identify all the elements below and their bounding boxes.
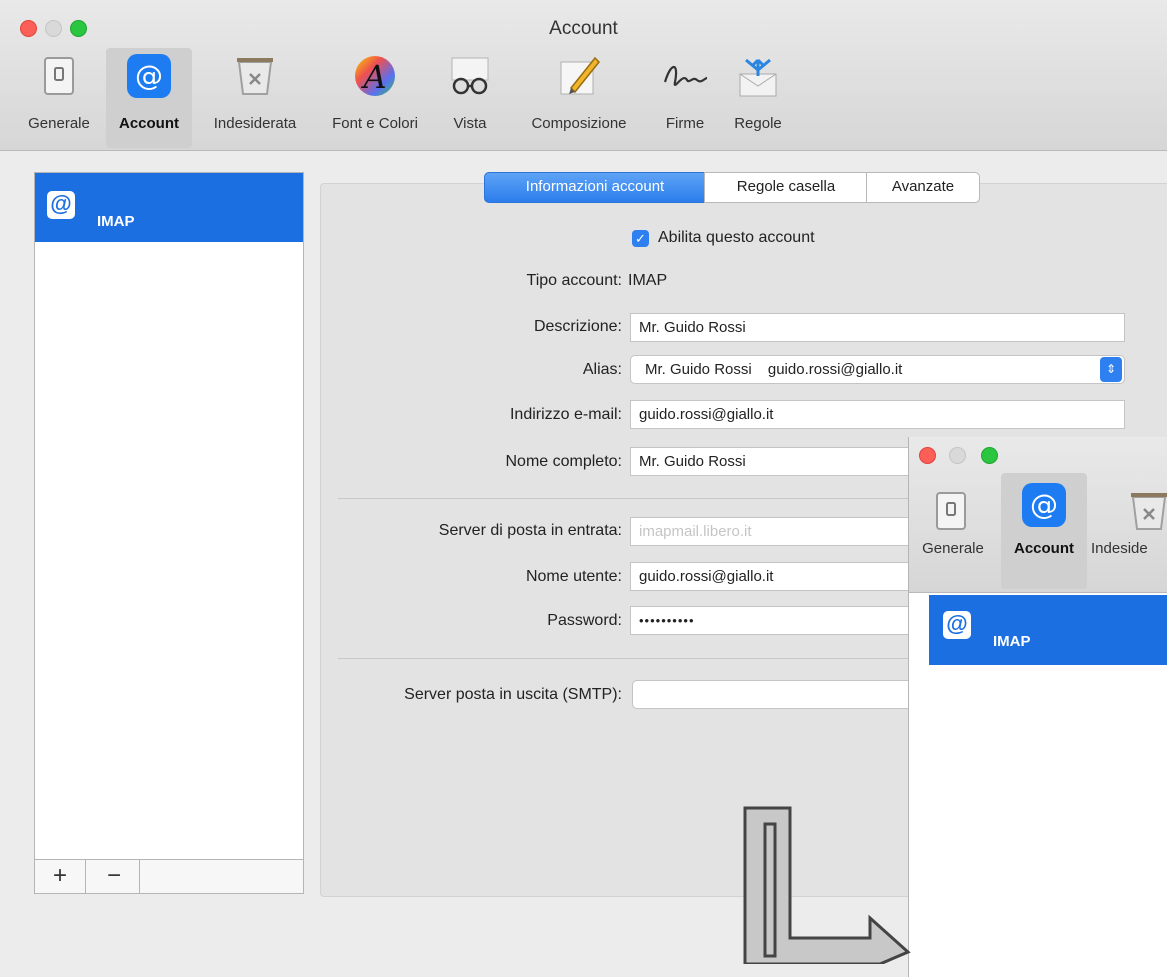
- description-label: Descrizione:: [533, 318, 622, 335]
- account-label: IMAP: [993, 633, 1031, 650]
- zoom-button[interactable]: [981, 447, 998, 464]
- toolbar-label: Account: [119, 115, 179, 132]
- account-list-footer: + −: [34, 859, 304, 894]
- toolbar-label: Firme: [665, 115, 705, 132]
- toolbar-label: Account: [1014, 540, 1074, 557]
- account-label: IMAP: [97, 213, 135, 230]
- toolbar-label: Indeside: [1091, 540, 1148, 557]
- toolbar-font-colori[interactable]: A Font e Colori: [320, 48, 430, 148]
- at-sign-icon: @: [125, 52, 173, 100]
- toolbar-vista[interactable]: Vista: [438, 48, 502, 148]
- svg-text:A: A: [360, 58, 386, 96]
- email-label: Indirizzo e-mail:: [509, 406, 622, 423]
- toolbar-label: Composizione: [531, 115, 627, 132]
- svg-text:@: @: [1030, 488, 1058, 521]
- trash-icon: [231, 52, 279, 100]
- enable-account-label: Abilita questo account: [658, 229, 815, 246]
- description-field[interactable]: Mr. Guido Rossi: [630, 313, 1125, 342]
- tab-informazioni-account[interactable]: Informazioni account: [484, 172, 706, 203]
- toolbar-account[interactable]: @ Account: [106, 48, 192, 148]
- close-button[interactable]: [919, 447, 936, 464]
- toolbar-label: Generale: [28, 115, 90, 132]
- smtp-label: Server posta in uscita (SMTP):: [404, 686, 622, 703]
- font-color-icon: A: [351, 52, 399, 100]
- account-type-label: Tipo account:: [526, 272, 622, 289]
- compose-pencil-icon: [555, 52, 603, 100]
- incoming-server-label: Server di posta in entrata:: [438, 522, 622, 539]
- alias-select[interactable]: Mr. Guido Rossi guido.rossi@giallo.it: [630, 355, 1125, 384]
- account-item-imap[interactable]: @ IMAP: [929, 595, 1167, 665]
- toolbar-label: Font e Colori: [332, 115, 418, 132]
- toolbar-label: Vista: [453, 115, 487, 132]
- toolbar-indesiderata[interactable]: Indesiderata: [194, 48, 316, 148]
- account-item-imap[interactable]: @ IMAP: [35, 173, 303, 242]
- fullname-label: Nome completo:: [505, 453, 623, 470]
- at-sign-icon: @: [47, 191, 75, 219]
- username-label: Nome utente:: [525, 568, 622, 585]
- svg-text:@: @: [135, 59, 163, 92]
- tab-avanzate[interactable]: Avanzate: [866, 172, 980, 203]
- toolbar-label: Indesiderata: [213, 115, 297, 132]
- toolbar-generale[interactable]: Generale: [14, 48, 104, 148]
- account-type-value: IMAP: [628, 272, 668, 289]
- add-account-button[interactable]: +: [35, 860, 86, 893]
- minimize-button[interactable]: [949, 447, 966, 464]
- tab-regole-casella[interactable]: Regole casella: [704, 172, 868, 203]
- toolbar-regole[interactable]: Regole: [722, 48, 794, 148]
- toolbar-composizione[interactable]: Composizione: [512, 48, 646, 148]
- toolbar-label: Regole: [734, 115, 782, 132]
- rules-envelope-icon: [734, 52, 782, 100]
- overlay-window: Generale @ Account Indeside @ IMAP: [908, 437, 1167, 977]
- password-label: Password:: [547, 612, 622, 629]
- signature-icon: [661, 52, 709, 100]
- alias-label: Alias:: [582, 361, 622, 378]
- pointer-arrow: [740, 800, 930, 966]
- window-title: Account: [549, 18, 618, 39]
- toolbar-label: Generale: [922, 540, 984, 557]
- remove-account-button[interactable]: −: [89, 860, 140, 893]
- title-bar: Account Generale @ Account Indesiderata …: [0, 0, 1167, 151]
- email-field[interactable]: guido.rossi@giallo.it: [630, 400, 1125, 429]
- switch-icon[interactable]: [927, 487, 975, 535]
- switch-icon: [35, 52, 83, 100]
- trash-icon[interactable]: [1125, 487, 1167, 535]
- at-sign-icon: @: [943, 611, 971, 639]
- alias-name: Mr. Guido Rossi: [645, 361, 752, 378]
- at-sign-icon: @: [1020, 481, 1068, 529]
- alias-email: guido.rossi@giallo.it: [767, 361, 903, 378]
- chevron-updown-icon[interactable]: ⇕: [1100, 357, 1122, 382]
- glasses-icon: [446, 52, 494, 100]
- enable-account-checkbox[interactable]: ✓: [632, 230, 649, 247]
- account-list[interactable]: @ IMAP: [34, 172, 304, 868]
- overlay-title-bar: Generale @ Account Indeside: [909, 437, 1167, 593]
- toolbar-firme[interactable]: Firme: [654, 48, 716, 148]
